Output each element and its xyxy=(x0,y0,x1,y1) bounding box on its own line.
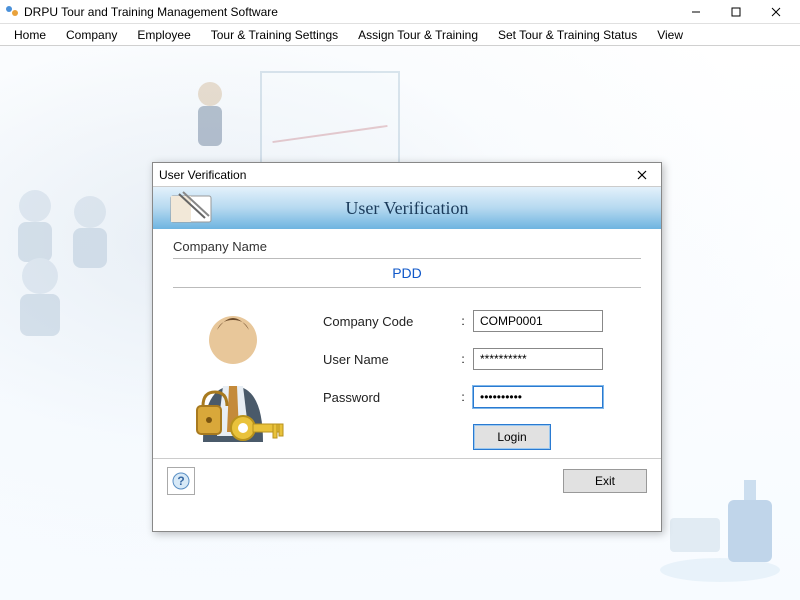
company-name-row: PDD xyxy=(173,258,641,288)
help-button[interactable]: ? xyxy=(167,467,195,495)
colon: : xyxy=(453,352,473,366)
password-label: Password xyxy=(323,390,453,405)
user-name-label: User Name xyxy=(323,352,453,367)
colon: : xyxy=(453,314,473,328)
close-button[interactable] xyxy=(756,1,796,23)
user-key-icon xyxy=(173,302,303,452)
menu-tour-training-settings[interactable]: Tour & Training Settings xyxy=(203,26,346,44)
svg-text:?: ? xyxy=(177,474,184,488)
menu-company[interactable]: Company xyxy=(58,26,125,44)
user-verification-dialog: User Verification User Verification Comp… xyxy=(152,162,662,532)
menu-view[interactable]: View xyxy=(649,26,691,44)
minimize-button[interactable] xyxy=(676,1,716,23)
titlebar: DRPU Tour and Training Management Softwa… xyxy=(0,0,800,24)
dialog-header: User Verification xyxy=(153,187,661,229)
dialog-titlebar: User Verification xyxy=(153,163,661,187)
app-icon xyxy=(4,4,20,20)
menu-assign-tour-training[interactable]: Assign Tour & Training xyxy=(350,26,486,44)
dialog-title: User Verification xyxy=(159,168,629,182)
company-code-label: Company Code xyxy=(323,314,453,329)
login-button[interactable]: Login xyxy=(473,424,551,450)
company-name-value: PDD xyxy=(392,265,422,281)
menubar: Home Company Employee Tour & Training Se… xyxy=(0,24,800,46)
maximize-button[interactable] xyxy=(716,1,756,23)
user-name-input[interactable] xyxy=(473,348,603,370)
menu-home[interactable]: Home xyxy=(6,26,54,44)
company-code-input[interactable] xyxy=(473,310,603,332)
dialog-close-button[interactable] xyxy=(629,164,655,186)
window-title: DRPU Tour and Training Management Softwa… xyxy=(24,5,676,19)
menu-employee[interactable]: Employee xyxy=(129,26,198,44)
menu-set-tour-training-status[interactable]: Set Tour & Training Status xyxy=(490,26,645,44)
dialog-header-title: User Verification xyxy=(153,198,661,219)
company-name-label: Company Name xyxy=(173,239,641,254)
exit-button[interactable]: Exit xyxy=(563,469,647,493)
colon: : xyxy=(453,390,473,404)
password-input[interactable] xyxy=(473,386,603,408)
